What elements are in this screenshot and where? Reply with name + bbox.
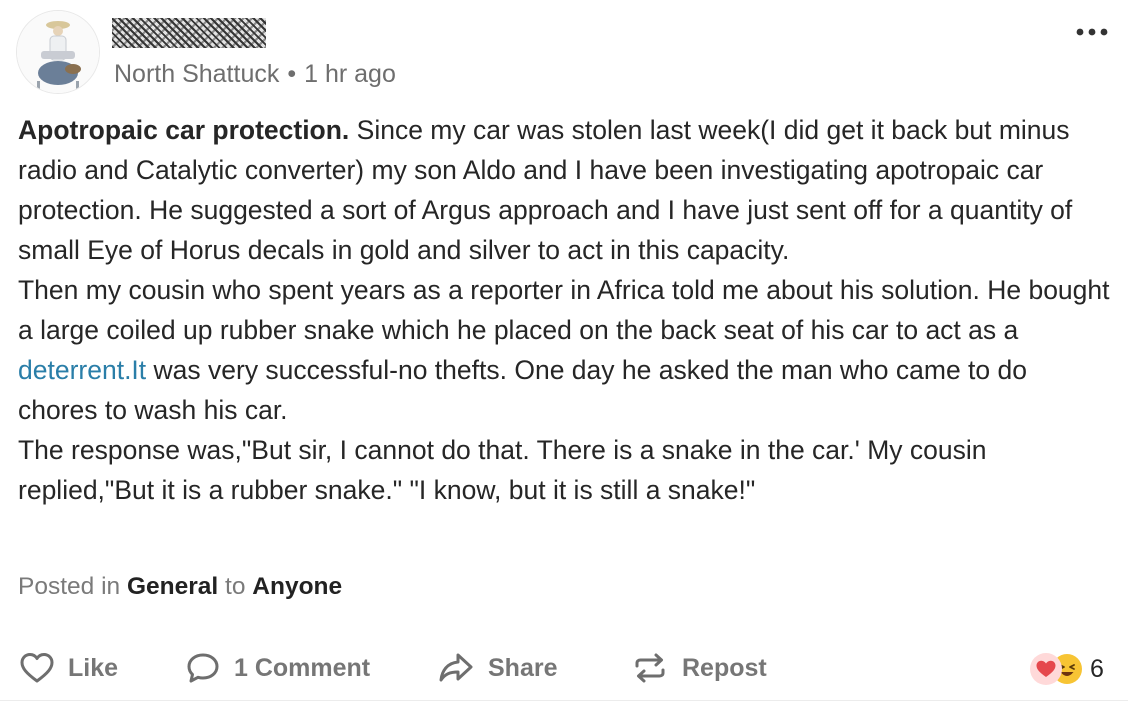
post-paragraph-1: Apotropaic car protection. Since my car …	[18, 110, 1113, 270]
reaction-count: 6	[1090, 654, 1104, 683]
speech-bubble-icon	[186, 652, 220, 684]
post-paragraph-2-text-a: Then my cousin who spent years as a repo…	[18, 275, 1110, 345]
reactions-summary[interactable]: 6	[1030, 650, 1104, 688]
post-meta: North Shattuck • 1 hr ago	[114, 58, 396, 90]
inline-link[interactable]: deterrent.It	[18, 355, 146, 385]
posted-in-line: Posted in General to Anyone	[18, 570, 342, 604]
post-body: Apotropaic car protection. Since my car …	[18, 110, 1113, 510]
share-label: Share	[488, 653, 558, 682]
repost-label: Repost	[682, 653, 767, 682]
repost-arrows-icon	[632, 652, 668, 684]
heart-reaction-icon	[1030, 653, 1062, 685]
post-card: North Shattuck • 1 hr ago Apotropaic car p…	[0, 0, 1128, 706]
comment-button[interactable]: 1 Comment	[186, 640, 370, 696]
share-button[interactable]: Share	[438, 640, 557, 696]
bottom-divider	[0, 700, 1128, 701]
heart-outline-icon	[20, 652, 54, 684]
post-actions-bar: Like 1 Comment Share Repost 6	[0, 640, 1128, 696]
avatar-illustration-icon	[17, 11, 99, 93]
author-avatar[interactable]	[16, 10, 100, 94]
category-link[interactable]: General	[127, 573, 218, 600]
repost-button[interactable]: Repost	[632, 640, 767, 696]
post-timestamp: 1 hr ago	[304, 60, 396, 88]
author-name-redacted[interactable]	[112, 18, 266, 48]
more-horizontal-icon	[1076, 28, 1108, 36]
neighborhood-link[interactable]: North Shattuck	[114, 60, 279, 88]
post-paragraph-2: Then my cousin who spent years as a repo…	[18, 270, 1113, 430]
meta-separator: •	[287, 60, 297, 88]
more-options-button[interactable]	[1070, 14, 1114, 50]
posted-to-word: to	[225, 573, 246, 600]
share-arrow-icon	[438, 652, 474, 684]
posted-in-prefix: Posted in	[18, 573, 121, 600]
like-label: Like	[68, 653, 119, 682]
like-button[interactable]: Like	[20, 640, 118, 696]
post-paragraph-2-text-b: was very successful-no thefts. One day h…	[18, 355, 1027, 425]
audience-link[interactable]: Anyone	[252, 573, 342, 600]
post-paragraph-3: The response was,"But sir, I cannot do t…	[18, 435, 987, 505]
post-title: Apotropaic car protection.	[18, 115, 350, 145]
comment-label: 1 Comment	[234, 653, 371, 682]
